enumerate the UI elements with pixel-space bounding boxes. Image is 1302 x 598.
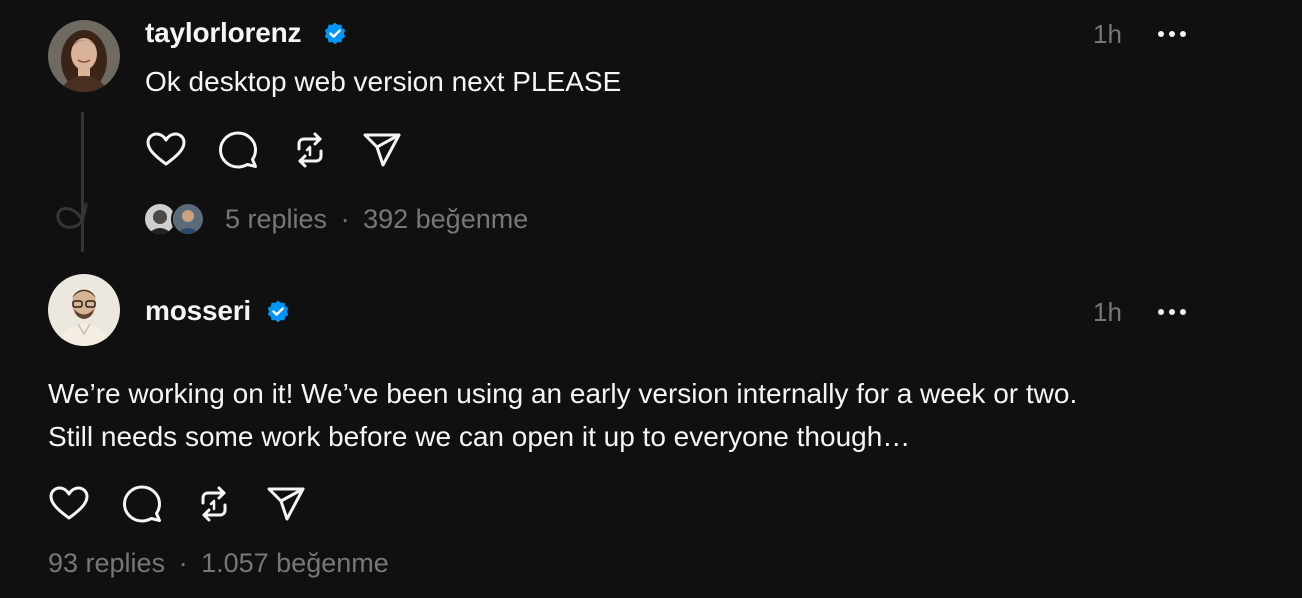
post-time: 1h	[1093, 19, 1122, 49]
like-button[interactable]	[48, 483, 90, 525]
post-stats: 5 replies · 392 beğenme	[225, 204, 528, 235]
verified-badge-icon	[324, 22, 346, 45]
likes-count[interactable]: 392 beğenme	[363, 204, 528, 234]
avatar-image	[48, 20, 120, 92]
comment-icon	[219, 131, 257, 169]
likes-count[interactable]: 1.057 beğenme	[201, 548, 389, 578]
thread-loop-icon	[56, 202, 88, 229]
share-button[interactable]	[361, 129, 403, 171]
comment-icon	[123, 485, 161, 523]
share-icon	[363, 133, 401, 167]
comment-button[interactable]	[121, 483, 163, 525]
verified-badge-icon	[267, 300, 289, 323]
repost-button[interactable]	[193, 483, 235, 525]
reply-avatar-image	[173, 204, 203, 234]
post-time: 1h	[1093, 297, 1122, 327]
share-icon	[267, 487, 305, 521]
username[interactable]: taylorlorenz	[145, 17, 302, 49]
more-icon[interactable]	[1157, 308, 1187, 316]
post-stats: 93 replies · 1.057 beğenme	[48, 548, 389, 579]
username[interactable]: mosseri	[145, 295, 251, 327]
repost-button[interactable]	[289, 129, 331, 171]
repost-icon	[297, 132, 323, 168]
avatar[interactable]	[48, 274, 120, 346]
comment-button[interactable]	[217, 129, 259, 171]
post-text-line: Still needs some work before we can open…	[48, 421, 911, 452]
post-text: Ok desktop web version next PLEASE	[145, 66, 622, 97]
share-button[interactable]	[265, 483, 307, 525]
replies-count[interactable]: 93 replies	[48, 548, 165, 578]
avatar-image	[48, 274, 120, 346]
post-text-line: We’re working on it! We’ve been using an…	[48, 378, 1078, 409]
more-icon[interactable]	[1157, 30, 1187, 38]
like-button[interactable]	[145, 129, 187, 171]
separator: ·	[340, 204, 350, 234]
reply-avatar	[171, 202, 205, 236]
heart-icon	[146, 132, 186, 166]
heart-icon	[49, 486, 89, 520]
separator: ·	[178, 548, 188, 578]
replies-count[interactable]: 5 replies	[225, 204, 327, 234]
repost-icon	[201, 486, 227, 522]
avatar[interactable]	[48, 20, 120, 92]
